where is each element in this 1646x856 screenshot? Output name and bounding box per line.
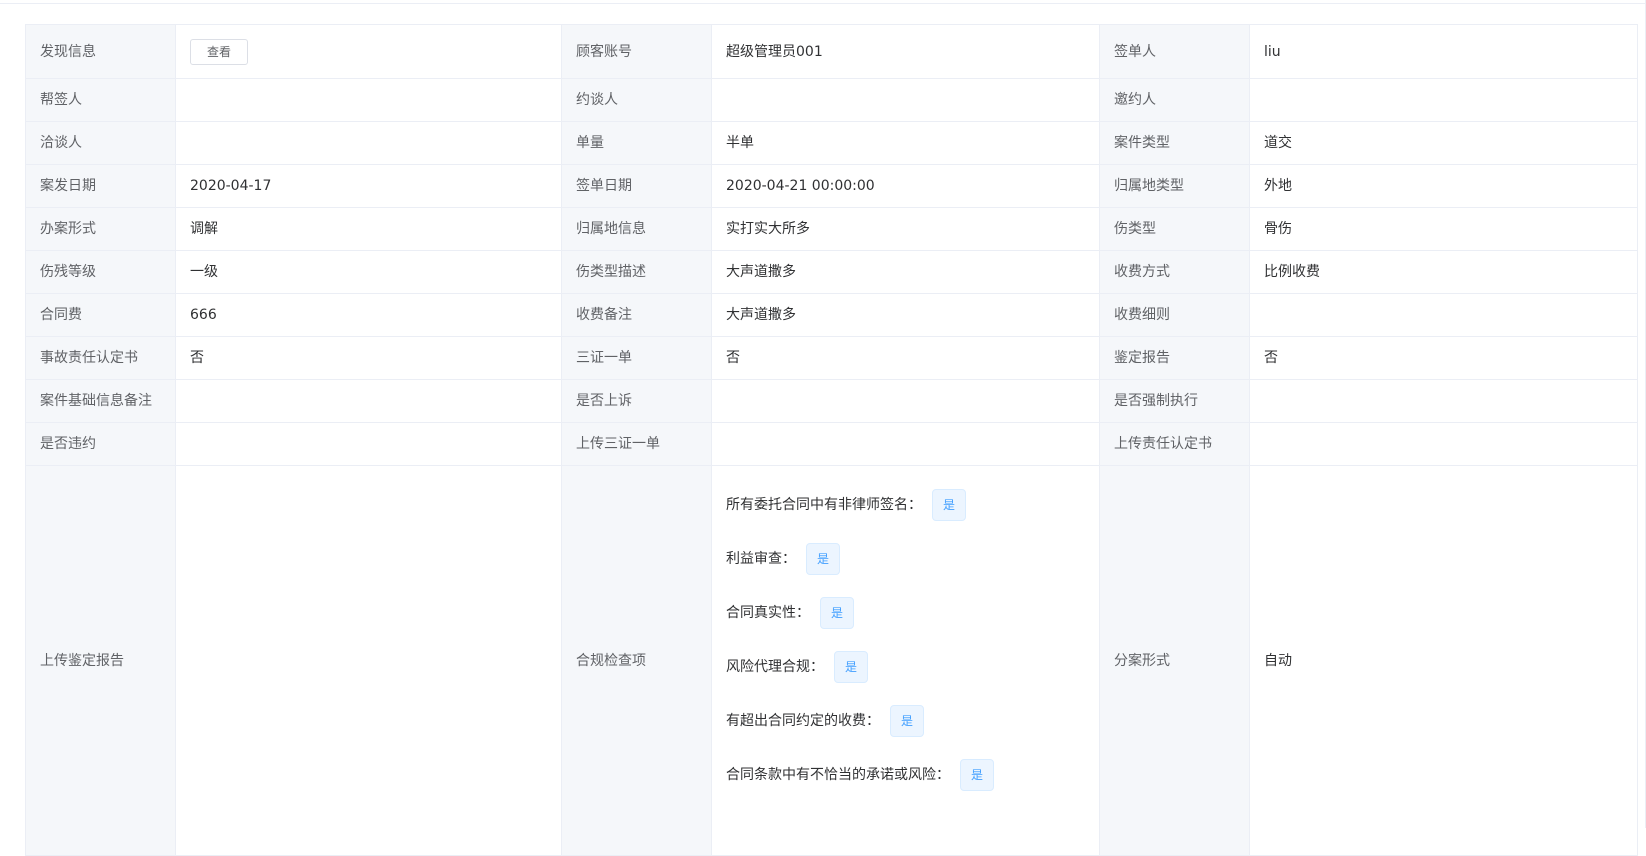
compliance-item: 风险代理合规： 是 (726, 650, 1085, 684)
detail-row: 伤残等级 一级 伤类型描述 大声道撒多 收费方式 比例收费 (25, 250, 1638, 294)
view-discovery-button[interactable]: 查看 (190, 38, 249, 65)
compliance-item-label: 风险代理合规： (726, 659, 824, 675)
field-label: 发现信息 (25, 24, 176, 79)
field-label: 是否违约 (25, 422, 176, 466)
compliance-yes-tag: 是 (932, 489, 967, 521)
field-value: 外地 (1249, 164, 1638, 208)
field-value (711, 422, 1100, 466)
detail-row-compliance: 上传鉴定报告 合规检查项 所有委托合同中有非律师签名：是利益审查：是合同真实性：是风… (25, 465, 1638, 856)
compliance-item-label: 合同条款中有不恰当的承诺或风险： (726, 767, 950, 783)
field-value: liu (1249, 24, 1638, 79)
field-value: 调解 (175, 207, 562, 251)
field-value: 2020-04-21 00:00:00 (711, 164, 1100, 208)
field-label: 收费细则 (1099, 293, 1250, 337)
field-value: 一级 (175, 250, 562, 294)
field-label: 合同费 (25, 293, 176, 337)
compliance-item: 所有委托合同中有非律师签名： 是 (726, 488, 1085, 522)
field-label: 三证一单 (561, 336, 712, 380)
field-label: 归属地类型 (1099, 164, 1250, 208)
compliance-item-label: 有超出合同约定的收费： (726, 713, 880, 729)
field-value: 比例收费 (1249, 250, 1638, 294)
field-label: 收费备注 (561, 293, 712, 337)
field-value: 2020-04-17 (175, 164, 562, 208)
field-value: 实打实大所多 (711, 207, 1100, 251)
detail-row: 帮签人 约谈人 邀约人 (25, 78, 1638, 122)
split-case-value: 自动 (1249, 465, 1638, 856)
compliance-item: 合同条款中有不恰当的承诺或风险： 是 (726, 758, 1085, 792)
field-value (1249, 422, 1638, 466)
case-detail-table: 发现信息 查看 顾客账号 超级管理员001 签单人 liu 帮签人 约谈人 邀约人洽谈人 单量 半单… (25, 24, 1638, 856)
field-value (175, 78, 562, 122)
field-value (175, 422, 562, 466)
compliance-item: 有超出合同约定的收费： 是 (726, 704, 1085, 738)
field-value: 666 (175, 293, 562, 337)
field-value: 否 (1249, 336, 1638, 380)
compliance-yes-tag: 是 (890, 705, 925, 737)
field-label: 上传鉴定报告 (25, 465, 176, 856)
field-label: 归属地信息 (561, 207, 712, 251)
compliance-item-label: 利益审查： (726, 551, 796, 567)
field-value: 半单 (711, 121, 1100, 165)
field-value: 否 (711, 336, 1100, 380)
field-value (175, 379, 562, 423)
field-label: 签单日期 (561, 164, 712, 208)
detail-row: 发现信息 查看 顾客账号 超级管理员001 签单人 liu (25, 24, 1638, 79)
field-label: 合规检查项 (561, 465, 712, 856)
compliance-yes-tag: 是 (960, 759, 995, 791)
field-label: 是否强制执行 (1099, 379, 1250, 423)
field-label: 邀约人 (1099, 78, 1250, 122)
detail-row: 合同费 666 收费备注 大声道撒多 收费细则 (25, 293, 1638, 337)
field-value: 查看 (175, 24, 562, 79)
field-label: 顾客账号 (561, 24, 712, 79)
detail-card: 发现信息 查看 顾客账号 超级管理员001 签单人 liu 帮签人 约谈人 邀约人洽谈人 单量 半单… (0, 0, 1646, 856)
field-value (175, 121, 562, 165)
compliance-yes-tag: 是 (834, 651, 869, 683)
field-value (711, 379, 1100, 423)
detail-row: 案发日期 2020-04-17 签单日期 2020-04-21 00:00:00 归属地… (25, 164, 1638, 208)
field-label: 上传责任认定书 (1099, 422, 1250, 466)
field-label: 案发日期 (25, 164, 176, 208)
field-value: 骨伤 (1249, 207, 1638, 251)
field-value: 道交 (1249, 121, 1638, 165)
field-label: 帮签人 (25, 78, 176, 122)
field-label: 伤类型描述 (561, 250, 712, 294)
field-value (1249, 78, 1638, 122)
compliance-items: 所有委托合同中有非律师签名：是利益审查：是合同真实性：是风险代理合规：是有超出合… (711, 465, 1100, 856)
field-label: 案件基础信息备注 (25, 379, 176, 423)
compliance-item: 合同真实性： 是 (726, 596, 1085, 630)
field-value: 大声道撒多 (711, 293, 1100, 337)
field-value: 否 (175, 336, 562, 380)
field-value (711, 78, 1100, 122)
field-label: 约谈人 (561, 78, 712, 122)
compliance-yes-tag: 是 (820, 597, 855, 629)
field-label: 收费方式 (1099, 250, 1250, 294)
field-label: 事故责任认定书 (25, 336, 176, 380)
field-label: 签单人 (1099, 24, 1250, 79)
field-label: 上传三证一单 (561, 422, 712, 466)
detail-row: 办案形式 调解 归属地信息 实打实大所多 伤类型 骨伤 (25, 207, 1638, 251)
upload-report-value (175, 465, 562, 856)
field-label: 单量 (561, 121, 712, 165)
compliance-list: 所有委托合同中有非律师签名：是利益审查：是合同真实性：是风险代理合规：是有超出合… (726, 467, 1085, 803)
compliance-item-label: 合同真实性： (726, 605, 810, 621)
field-value (1249, 379, 1638, 423)
field-value: 大声道撒多 (711, 250, 1100, 294)
field-label: 是否上诉 (561, 379, 712, 423)
field-label: 洽谈人 (25, 121, 176, 165)
detail-row: 洽谈人 单量 半单 案件类型 道交 (25, 121, 1638, 165)
detail-row: 事故责任认定书否三证一单否鉴定报告否 (25, 336, 1638, 380)
compliance-yes-tag: 是 (806, 543, 841, 575)
detail-row: 是否违约 上传三证一单 上传责任认定书 (25, 422, 1638, 466)
detail-row: 案件基础信息备注 是否上诉 是否强制执行 (25, 379, 1638, 423)
field-label: 分案形式 (1099, 465, 1250, 856)
field-value (1249, 293, 1638, 337)
field-label: 伤类型 (1099, 207, 1250, 251)
field-label: 案件类型 (1099, 121, 1250, 165)
field-label: 办案形式 (25, 207, 176, 251)
field-value: 超级管理员001 (711, 24, 1100, 79)
compliance-item-label: 所有委托合同中有非律师签名： (726, 497, 922, 513)
field-label: 鉴定报告 (1099, 336, 1250, 380)
compliance-item: 利益审查： 是 (726, 542, 1085, 576)
field-label: 伤残等级 (25, 250, 176, 294)
